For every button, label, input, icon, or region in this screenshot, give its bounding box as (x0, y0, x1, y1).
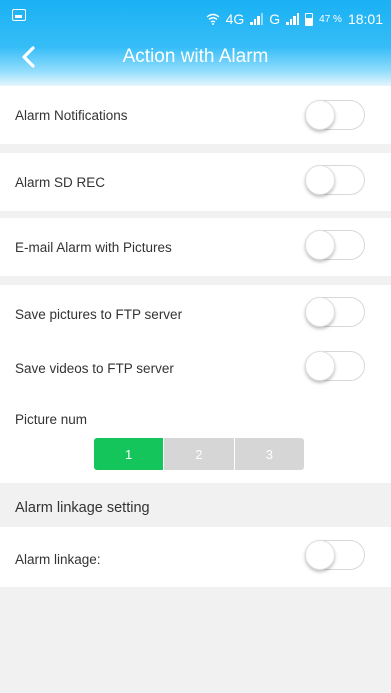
alarm-sd-rec-toggle[interactable] (305, 165, 365, 195)
toggle-knob (305, 351, 335, 381)
toggle-knob (305, 100, 335, 130)
wifi-icon (206, 13, 220, 25)
app-header: 4G G 47 % 18:01 Action with Alarm (0, 0, 391, 86)
network-g-label: G (269, 11, 281, 27)
alarm-linkage-label: Alarm linkage: (15, 552, 101, 567)
nav-bar: Action with Alarm (0, 38, 391, 78)
alarm-sd-rec-label: Alarm SD REC (15, 175, 106, 190)
picture-num-label: Picture num (15, 412, 88, 427)
clock: 18:01 (347, 11, 383, 27)
gallery-notification-icon (12, 9, 26, 21)
toggle-knob (305, 297, 335, 327)
ftp-videos-label: Save videos to FTP server (15, 361, 174, 376)
picture-num-option-1[interactable]: 1 (94, 438, 164, 470)
ftp-pictures-toggle[interactable] (305, 297, 365, 327)
alarm-notifications-row: Alarm Notifications (0, 86, 391, 144)
battery-percent: 47 % (319, 13, 342, 25)
alarm-linkage-section-header: Alarm linkage setting (15, 500, 150, 516)
status-indicators: 4G G 47 % 18:01 (206, 0, 383, 38)
toggle-knob (305, 165, 335, 195)
status-bar: 4G G 47 % 18:01 (0, 0, 391, 38)
ftp-videos-toggle[interactable] (305, 351, 365, 381)
signal-2-icon (286, 13, 300, 25)
alarm-notifications-label: Alarm Notifications (15, 108, 128, 123)
email-alarm-row: E-mail Alarm with Pictures (0, 218, 391, 276)
network-4g-label: 4G (225, 11, 245, 27)
email-alarm-toggle[interactable] (305, 230, 365, 260)
picture-num-option-3[interactable]: 3 (233, 438, 304, 470)
alarm-linkage-toggle[interactable] (305, 540, 365, 570)
picture-num-option-2[interactable]: 2 (163, 438, 234, 470)
alarm-notifications-toggle[interactable] (305, 100, 365, 130)
toggle-knob (305, 540, 335, 570)
alarm-linkage-row: Alarm linkage: (0, 527, 391, 587)
picture-num-selector: 1 2 3 (94, 438, 304, 470)
signal-icon (250, 13, 264, 25)
page-title: Action with Alarm (122, 46, 269, 67)
ftp-pictures-label: Save pictures to FTP server (15, 307, 183, 322)
toggle-knob (305, 230, 335, 260)
alarm-sd-rec-row: Alarm SD REC (0, 153, 391, 211)
email-alarm-label: E-mail Alarm with Pictures (15, 240, 172, 255)
battery-icon (305, 12, 314, 26)
